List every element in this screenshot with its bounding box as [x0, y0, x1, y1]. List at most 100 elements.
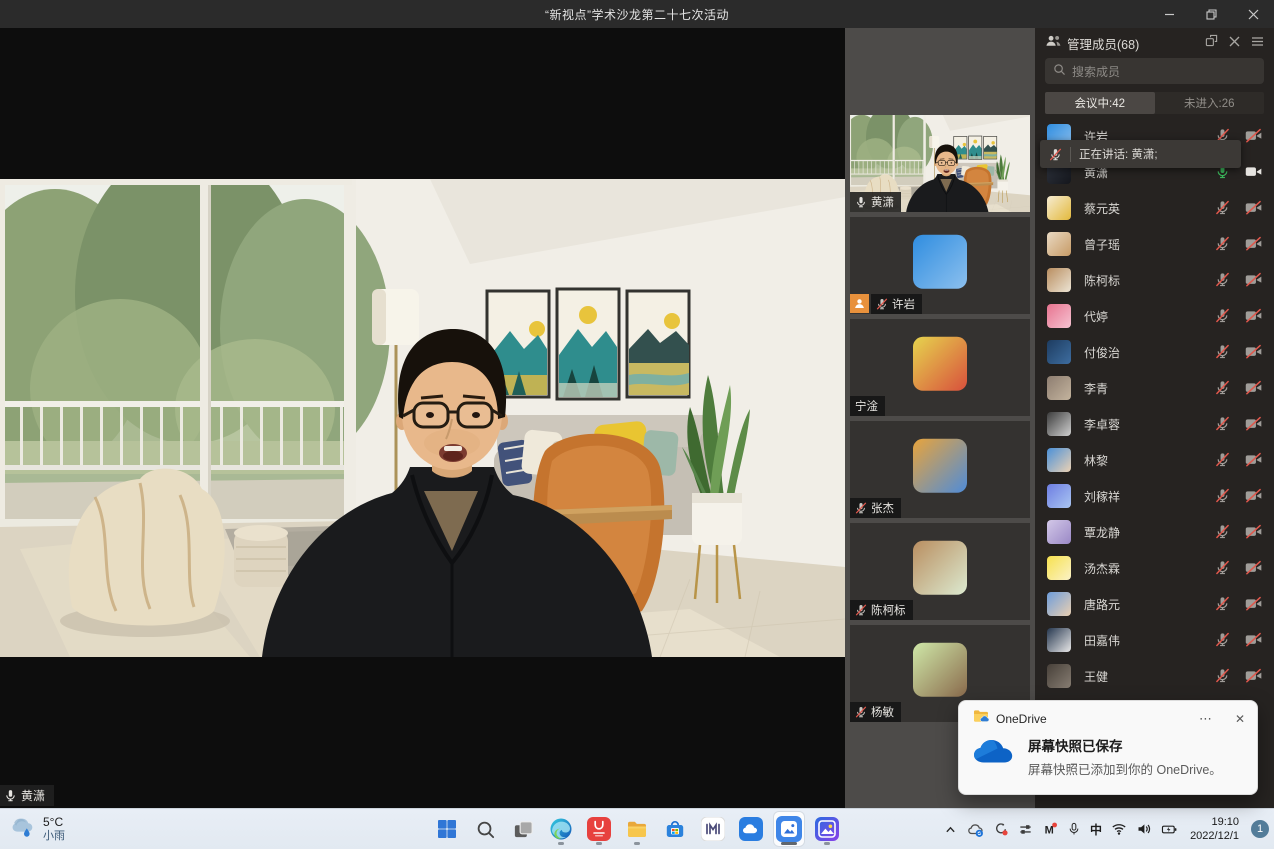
member-row[interactable]: 刘稼祥 [1035, 478, 1274, 514]
member-row[interactable]: 王健 [1035, 658, 1274, 694]
taskbar-app-start-icon[interactable] [432, 812, 462, 846]
microphone-muted-icon[interactable] [1215, 380, 1230, 395]
popout-panel-icon[interactable] [1205, 34, 1218, 52]
taskbar-app-edge-icon[interactable] [546, 812, 576, 846]
tray-ime-chinese-icon[interactable]: 中 [1090, 821, 1102, 838]
participant-avatar [913, 439, 967, 493]
taskbar-app-onedrive-icon[interactable] [736, 812, 766, 846]
microphone-muted-icon[interactable] [1215, 560, 1230, 575]
taskbar-app-microsoft-store-icon[interactable] [660, 812, 690, 846]
microphone-muted-icon [876, 298, 888, 310]
close-panel-icon[interactable] [1229, 34, 1240, 52]
panel-menu-icon[interactable] [1251, 34, 1264, 52]
member-name: 王健 [1084, 668, 1215, 685]
member-name: 唐路元 [1084, 596, 1215, 613]
member-row[interactable]: 李卓蓉 [1035, 406, 1274, 442]
participant-avatar [913, 337, 967, 391]
tray-sync-alert-icon[interactable] [993, 821, 1009, 837]
tray-volume-icon[interactable] [1136, 821, 1152, 837]
tab-in-meeting[interactable]: 会议中:42 [1045, 92, 1155, 114]
taskbar-app-task-view-icon[interactable] [508, 812, 538, 846]
weather-widget[interactable]: 5°C 小雨 [10, 809, 65, 849]
video-tile-avatar[interactable]: 宁淦 [850, 319, 1030, 416]
taskbar-app-marktext-icon[interactable] [698, 812, 728, 846]
taskbar-app-search-icon[interactable] [470, 812, 500, 846]
microphone-muted-icon[interactable] [1215, 596, 1230, 611]
microphone-muted-icon[interactable] [1215, 452, 1230, 467]
svg-text:M: M [1045, 825, 1054, 837]
camera-off-icon[interactable] [1245, 416, 1262, 431]
close-button[interactable] [1232, 0, 1274, 28]
microphone-muted-icon[interactable] [1215, 236, 1230, 251]
tray-battery-charging-icon[interactable] [1161, 822, 1178, 837]
video-tile-avatar[interactable]: 许岩 [850, 217, 1030, 314]
member-row[interactable]: 曾子瑶 [1035, 226, 1274, 262]
camera-off-icon[interactable] [1245, 128, 1262, 143]
microphone-muted-icon[interactable] [1215, 668, 1230, 683]
member-row[interactable]: 林黎 [1035, 442, 1274, 478]
microphone-muted-icon[interactable] [1215, 344, 1230, 359]
microphone-muted-icon[interactable] [1215, 200, 1230, 215]
microphone-muted-icon[interactable] [1215, 524, 1230, 539]
titlebar[interactable]: “新视点”学术沙龙第二十七次活动 [0, 0, 1274, 28]
taskbar-app-screenshot-tool-icon[interactable] [774, 812, 804, 846]
tray-net-switch-icon[interactable] [1018, 822, 1033, 837]
taskbar-app-file-explorer-icon[interactable] [622, 812, 652, 846]
member-row[interactable]: 覃龙静 [1035, 514, 1274, 550]
notification-more-button[interactable]: ⋯ [1199, 711, 1214, 727]
camera-off-icon[interactable] [1245, 344, 1262, 359]
camera-off-icon[interactable] [1245, 200, 1262, 215]
tray-wifi-icon[interactable] [1111, 821, 1127, 837]
taskbar-apps [432, 809, 842, 849]
camera-off-icon[interactable] [1245, 380, 1262, 395]
search-input[interactable]: 搜索成员 [1045, 58, 1264, 84]
member-row[interactable]: 李青 [1035, 370, 1274, 406]
microphone-muted-icon[interactable] [1215, 632, 1230, 647]
video-tile-avatar[interactable]: 陈柯标 [850, 523, 1030, 620]
camera-off-icon[interactable] [1245, 452, 1262, 467]
tray-microphone-in-use-icon[interactable] [1067, 822, 1081, 836]
camera-on-icon[interactable] [1245, 164, 1262, 179]
main-video-stage[interactable]: 黄潇 [0, 28, 845, 808]
member-row[interactable]: 蔡元英 [1035, 190, 1274, 226]
member-row[interactable]: 田嘉伟 [1035, 622, 1274, 658]
taskbar-app-photos-icon[interactable] [812, 812, 842, 846]
microphone-muted-icon[interactable] [1215, 272, 1230, 287]
member-row[interactable]: 唐路元 [1035, 586, 1274, 622]
member-name: 付俊治 [1084, 344, 1215, 361]
video-tile-video[interactable]: 黄潇 [850, 115, 1030, 212]
microphone-muted-icon[interactable] [1215, 308, 1230, 323]
camera-off-icon[interactable] [1245, 236, 1262, 251]
member-avatar [1047, 232, 1071, 256]
microphone-muted-icon[interactable] [1215, 416, 1230, 431]
notification-count-badge[interactable]: 1 [1251, 820, 1269, 838]
camera-off-icon[interactable] [1245, 488, 1262, 503]
notification-close-button[interactable]: ✕ [1235, 712, 1245, 726]
tray-marktext-alert-icon[interactable]: M [1042, 821, 1058, 837]
camera-off-icon[interactable] [1245, 632, 1262, 647]
minimize-button[interactable] [1148, 0, 1190, 28]
camera-off-icon[interactable] [1245, 308, 1262, 323]
member-row[interactable]: 汤杰霖 [1035, 550, 1274, 586]
onedrive-notification: OneDrive ⋯ ✕ 屏幕快照已保存 屏幕快照已添加到你的 OneDrive… [958, 700, 1258, 795]
member-row[interactable]: 付俊治 [1035, 334, 1274, 370]
video-tile-avatar[interactable]: 张杰 [850, 421, 1030, 518]
camera-off-icon[interactable] [1245, 596, 1262, 611]
microphone-muted-icon[interactable] [1215, 488, 1230, 503]
camera-off-icon[interactable] [1245, 668, 1262, 683]
camera-off-icon[interactable] [1245, 272, 1262, 287]
tooltip-divider [1070, 147, 1071, 162]
camera-off-icon[interactable] [1245, 560, 1262, 575]
participant-name: 许岩 [892, 296, 915, 312]
member-row[interactable]: 代婷 [1035, 298, 1274, 334]
restore-button[interactable] [1190, 0, 1232, 28]
clock-date: 2022/12/1 [1190, 829, 1239, 843]
taskbar-clock[interactable]: 19:10 2022/12/1 [1190, 815, 1239, 844]
tray-hidden-icons-chevron-icon[interactable] [943, 822, 958, 837]
camera-off-icon[interactable] [1245, 524, 1262, 539]
participant-name: 黄潇 [871, 194, 894, 210]
member-row[interactable]: 陈柯标 [1035, 262, 1274, 298]
taskbar-app-appgallery-icon[interactable] [584, 812, 614, 846]
tab-not-joined[interactable]: 未进入:26 [1155, 92, 1265, 114]
tray-onedrive-sync-icon[interactable] [967, 821, 984, 838]
